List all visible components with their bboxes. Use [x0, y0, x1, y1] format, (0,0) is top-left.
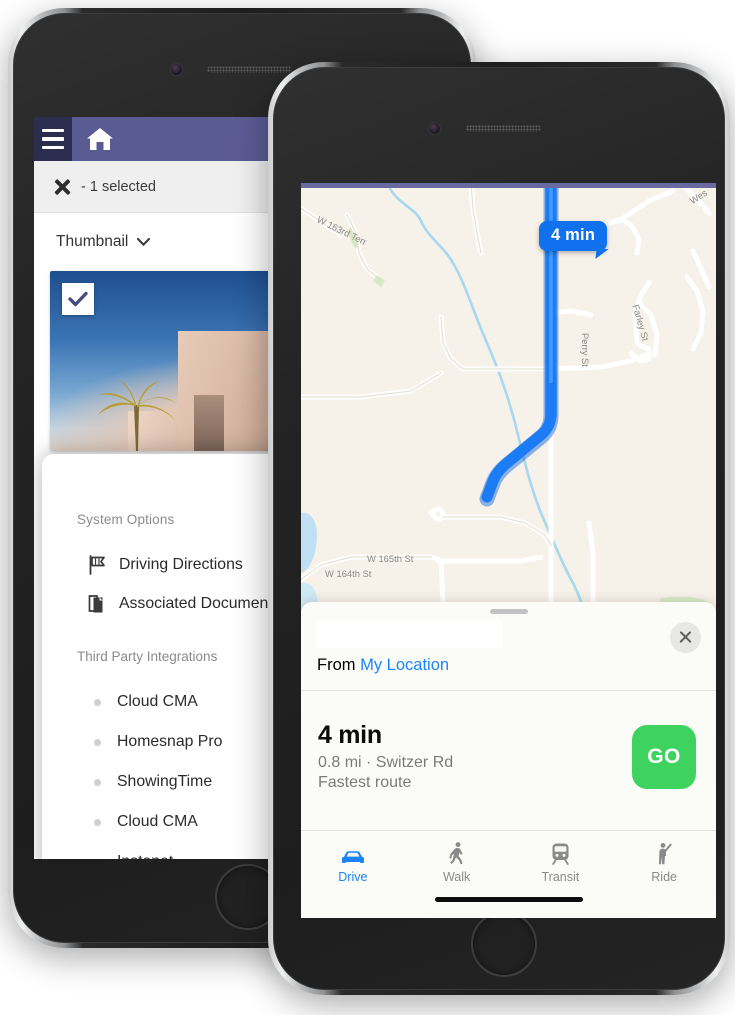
directions-sign-icon — [89, 554, 105, 575]
close-button[interactable] — [670, 622, 701, 653]
home-indicator[interactable] — [434, 897, 583, 902]
right-phone-body: W 163rd Terr W 164th St W 165th St Perry… — [273, 67, 725, 990]
integration-item-instanet[interactable]: Instanet — [42, 842, 286, 859]
bullet-icon — [94, 778, 101, 786]
route-bottom-sheet: From My Location 4 min 0.8 mi · Switzer … — [301, 602, 716, 918]
photo-building — [178, 331, 270, 451]
home-icon-glyph — [87, 128, 113, 150]
bullet-icon — [94, 818, 101, 826]
from-location-link[interactable]: My Location — [360, 656, 449, 674]
map-street-label: W 164th St — [325, 568, 372, 579]
selection-count-label: - 1 selected — [81, 178, 156, 195]
photo-palm-tree — [98, 375, 176, 451]
integration-label: Cloud CMA — [117, 693, 198, 710]
integration-label: Homesnap Pro — [117, 733, 223, 750]
integration-item-cloud-cma-2[interactable]: Cloud CMA — [42, 802, 286, 842]
front-camera-icon — [429, 123, 440, 134]
chevron-down-icon — [137, 238, 151, 246]
tab-label: Transit — [541, 870, 580, 884]
bullet-icon — [94, 858, 101, 859]
hamburger-icon[interactable] — [34, 117, 72, 161]
tab-label: Walk — [442, 870, 471, 884]
status-strip — [301, 183, 716, 188]
checkmark-icon — [68, 291, 88, 307]
integration-item-homesnap-pro[interactable]: Homesnap Pro — [42, 722, 286, 762]
bullet-icon — [94, 698, 101, 706]
home-button[interactable] — [471, 911, 537, 977]
earpiece-speaker-icon — [466, 125, 541, 132]
home-icon[interactable] — [72, 117, 115, 161]
system-options-title: System Options — [77, 512, 175, 527]
tab-drive[interactable]: Drive — [301, 831, 405, 918]
integration-label: Cloud CMA — [117, 813, 198, 830]
front-camera-icon — [171, 64, 182, 75]
go-button[interactable]: GO — [632, 724, 696, 789]
map-street-label: Perry St — [580, 333, 591, 367]
documents-icon — [88, 594, 103, 612]
tab-walk[interactable]: Walk — [405, 831, 509, 918]
integration-label: ShowingTime — [117, 773, 213, 790]
bullet-icon — [94, 738, 101, 746]
integration-item-cloud-cma-1[interactable]: Cloud CMA — [42, 682, 286, 722]
from-prefix-label: From — [317, 656, 356, 674]
third-party-integrations-title: Third Party Integrations — [77, 649, 218, 664]
right-phone-device: W 163rd Terr W 164th St W 165th St Perry… — [268, 62, 730, 995]
integration-item-showingtime[interactable]: ShowingTime — [42, 762, 286, 802]
route-eta-bubble[interactable]: 4 min — [539, 221, 608, 251]
route-note: Fastest route — [318, 774, 412, 791]
tab-ride[interactable]: Ride — [612, 831, 716, 918]
menu-item-label: Driving Directions — [119, 555, 243, 573]
route-eta: 4 min — [318, 721, 382, 749]
route-summary-row: 4 min 0.8 mi · Switzer Rd Fastest route … — [301, 691, 716, 792]
selection-bar: - 1 selected — [34, 161, 286, 213]
route-distance-via: 0.8 mi · Switzer Rd — [318, 754, 454, 771]
view-selector[interactable]: Thumbnail — [34, 213, 286, 271]
close-x-icon[interactable] — [52, 177, 72, 197]
listing-photo-wrapper — [34, 271, 286, 451]
listing-photo[interactable] — [50, 271, 270, 451]
integration-label: Instanet — [117, 853, 173, 859]
walk-icon — [449, 842, 465, 865]
view-selector-label: Thumbnail — [56, 233, 129, 250]
system-options-card: System Options Driving Directions Associ… — [42, 454, 286, 859]
map-street-label: W 165th St — [367, 553, 414, 564]
rideshare-icon — [656, 842, 673, 865]
menu-item-label: Associated Documents — [119, 594, 281, 612]
menu-item-driving-directions[interactable]: Driving Directions — [42, 545, 286, 584]
left-phone-screen: - 1 selected Thumbnail System Options Dr… — [34, 117, 286, 859]
tab-label: Drive — [338, 870, 368, 884]
screenshot-stage: - 1 selected Thumbnail System Options Dr… — [0, 0, 735, 1015]
car-icon — [340, 842, 366, 865]
transport-mode-tabbar: Drive Walk Transit Ride — [301, 830, 716, 918]
route-details: 4 min 0.8 mi · Switzer Rd Fastest route — [318, 721, 632, 792]
close-icon — [678, 630, 693, 645]
photo-checkbox[interactable] — [62, 283, 94, 315]
right-phone-screen: W 163rd Terr W 164th St W 165th St Perry… — [301, 183, 716, 918]
tab-transit[interactable]: Transit — [509, 831, 613, 918]
from-section: From My Location — [301, 614, 716, 690]
from-line: From My Location — [317, 656, 700, 675]
tab-label: Ride — [651, 870, 677, 884]
train-icon — [551, 842, 570, 865]
app-header — [34, 117, 286, 161]
search-input[interactable] — [317, 620, 502, 648]
menu-item-associated-documents[interactable]: Associated Documents — [42, 584, 286, 623]
earpiece-speaker-icon — [207, 66, 292, 73]
